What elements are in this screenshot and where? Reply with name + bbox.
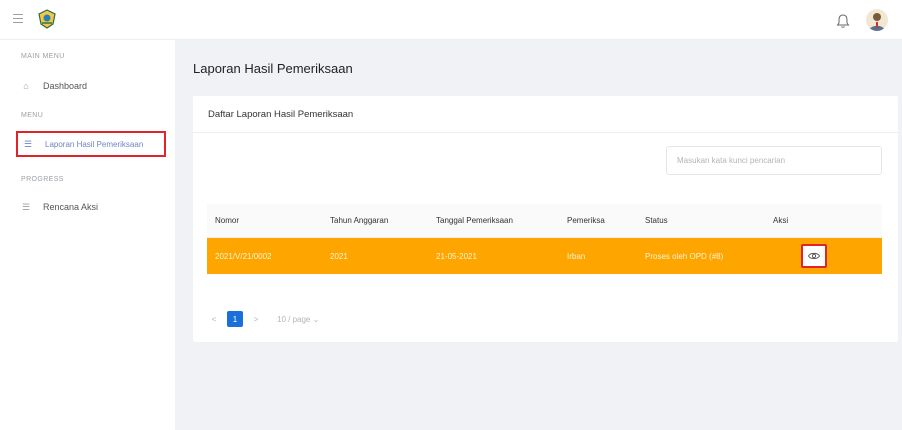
sidebar-item-rencana-aksi[interactable]: ☰ Rencana Aksi [21, 198, 98, 216]
section-label-progress: PROGRESS [21, 176, 64, 183]
column-header-aksi-label: Aksi [773, 216, 789, 225]
column-header-tahun-anggaran[interactable]: Tahun Anggaran [322, 216, 428, 225]
user-avatar[interactable] [866, 9, 888, 31]
chevron-down-icon: ⌄ [312, 314, 320, 324]
prev-page-button[interactable]: < [207, 315, 221, 324]
list-icon: ☰ [23, 138, 33, 149]
report-list-card: Daftar Laporan Hasil Pemeriksaan Nomor T… [193, 96, 898, 342]
page-size-select[interactable]: 10 / page ⌄ [277, 315, 319, 324]
list-icon: ☰ [21, 201, 31, 212]
report-table: Nomor Tahun Anggaran Tanggal Pemeriksaan… [207, 204, 882, 274]
column-header-nomor[interactable]: Nomor [207, 216, 322, 225]
sidebar-item-label: Laporan Hasil Pemeriksaan [45, 139, 144, 149]
cell-status: Proses oleh OPD (#8) [645, 251, 724, 261]
table-header: Nomor Tahun Anggaran Tanggal Pemeriksaan… [207, 204, 882, 237]
hamburger-icon[interactable] [13, 14, 23, 24]
view-detail-button[interactable] [801, 244, 827, 268]
column-header-status[interactable]: Status [637, 216, 765, 225]
cell-tanggal-pemeriksaan: 21-05-2021 [436, 251, 477, 261]
column-header-tanggal-pemeriksaan[interactable]: Tanggal Pemeriksaan [428, 216, 559, 225]
card-title: Daftar Laporan Hasil Pemeriksaan [208, 109, 354, 120]
sidebar: MAIN MENU ⌂ Dashboard MENU ☰ Laporan Has… [0, 40, 175, 430]
search-input[interactable] [666, 146, 882, 175]
emblem-logo[interactable] [36, 8, 58, 30]
page-size-label: 10 / page [277, 314, 311, 324]
next-page-button[interactable]: > [249, 315, 263, 324]
sidebar-item-label: Dashboard [43, 81, 88, 91]
cell-tahun-anggaran: 2021 [330, 251, 348, 261]
pagination: < 1 > 10 / page ⌄ [207, 311, 319, 327]
section-label-menu: MENU [21, 112, 44, 119]
eye-icon [808, 252, 820, 260]
table-row[interactable]: 2021/V/21/0002 2021 21-05-2021 Irban Pro… [207, 237, 882, 274]
column-header-aksi: Aksi [765, 204, 882, 237]
page-1-button[interactable]: 1 [227, 311, 243, 327]
sidebar-item-dashboard[interactable]: ⌂ Dashboard [21, 77, 87, 95]
sidebar-item-laporan-hasil-pemeriksaan[interactable]: ☰ Laporan Hasil Pemeriksaan [16, 131, 166, 157]
bell-icon[interactable] [836, 13, 850, 29]
top-bar [0, 0, 902, 40]
page-title: Laporan Hasil Pemeriksaan [193, 61, 353, 76]
column-header-pemeriksa[interactable]: Pemeriksa [559, 216, 637, 225]
divider [193, 132, 898, 133]
cell-nomor: 2021/V/21/0002 [215, 251, 272, 261]
cell-pemeriksa: Irban [567, 251, 586, 261]
cell-aksi [765, 238, 882, 274]
sidebar-item-label: Rencana Aksi [43, 202, 99, 212]
section-label-main-menu: MAIN MENU [21, 53, 65, 60]
home-icon: ⌂ [23, 81, 29, 91]
